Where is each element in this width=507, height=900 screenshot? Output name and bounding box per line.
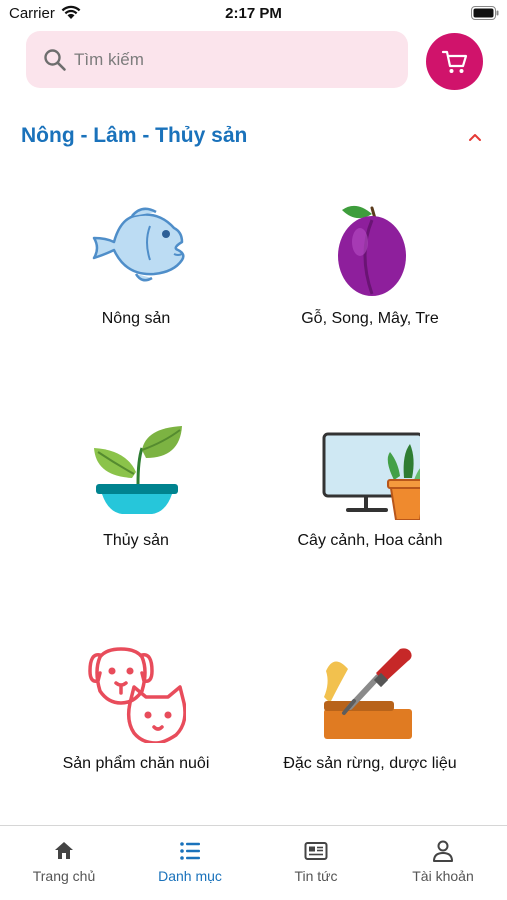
- potted-plant-icon: [94, 426, 182, 514]
- tab-account[interactable]: Tài khoản: [380, 826, 506, 900]
- tab-label: Tài khoản: [412, 868, 474, 884]
- tab-label: Tin tức: [294, 868, 338, 884]
- list-icon: [180, 842, 200, 860]
- category-nong-san[interactable]: Nông sản: [36, 198, 236, 398]
- battery-icon: [471, 6, 499, 25]
- category-label: Đặc sản rừng, dược liệu: [283, 755, 457, 772]
- category-label: Cây cảnh, Hoa cảnh: [297, 532, 443, 549]
- cart-icon: [441, 50, 467, 73]
- category-san-pham-chan-nuoi[interactable]: Sản phẩm chăn nuôi: [36, 643, 236, 843]
- category-cay-canh-hoa-canh[interactable]: Cây cảnh, Hoa cảnh: [270, 420, 470, 620]
- monitor-plant-icon: [322, 432, 420, 520]
- search-icon: [43, 48, 67, 77]
- tab-categories[interactable]: Danh mục: [127, 826, 253, 900]
- tab-label: Danh mục: [158, 868, 222, 884]
- tab-bar: Trang chủ Danh mục Tin tức Tài khoản: [0, 825, 507, 900]
- category-label: Gỗ, Song, Mây, Tre: [301, 310, 439, 327]
- tab-news[interactable]: Tin tức: [253, 826, 379, 900]
- clock: 2:17 PM: [225, 5, 282, 22]
- search-input[interactable]: [74, 47, 394, 73]
- cart-button[interactable]: [426, 33, 483, 90]
- category-go-song-may-tre[interactable]: Gỗ, Song, Mây, Tre: [270, 198, 470, 398]
- chisel-wood-icon: [324, 648, 412, 739]
- news-icon: [304, 842, 328, 860]
- category-label: Thủy sản: [103, 532, 169, 549]
- home-icon: [55, 842, 73, 859]
- fish-icon: [92, 207, 185, 282]
- category-dac-san-rung-duoc-lieu[interactable]: Đặc sản rừng, dược liệu: [270, 643, 470, 843]
- tab-home[interactable]: Trang chủ: [1, 826, 127, 900]
- plum-icon: [338, 205, 406, 296]
- status-bar: Carrier 2:17 PM: [0, 0, 507, 28]
- dog-cat-icon: [88, 647, 186, 743]
- tab-label: Trang chủ: [32, 868, 96, 884]
- category-label: Nông sản: [101, 310, 171, 327]
- user-icon: [433, 840, 453, 862]
- category-label: Sản phẩm chăn nuôi: [62, 755, 210, 772]
- chevron-up-icon[interactable]: [468, 129, 482, 147]
- section-title: Nông - Lâm - Thủy sản: [21, 124, 248, 147]
- search-bar[interactable]: [26, 31, 408, 88]
- category-thuy-san[interactable]: Thủy sản: [36, 420, 236, 620]
